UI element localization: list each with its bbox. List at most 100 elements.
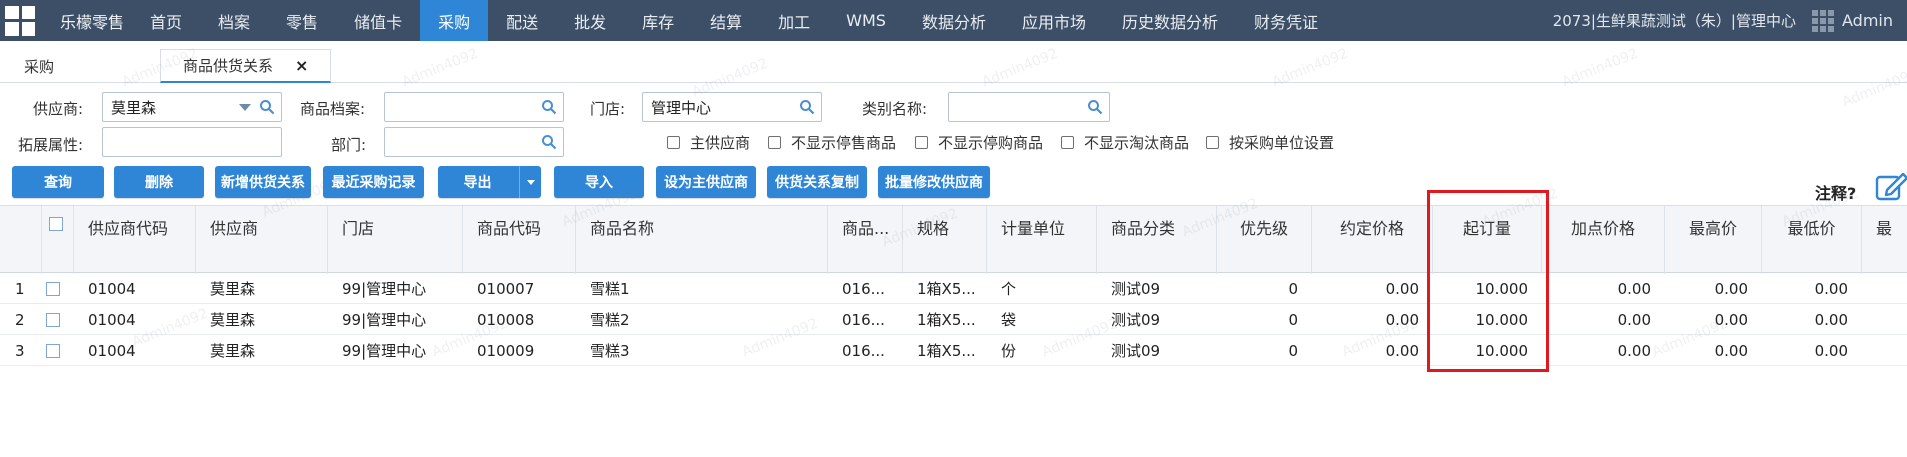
nav-item-distribution[interactable]: 配送: [488, 0, 556, 41]
checkbox-label: 按采购单位设置: [1229, 134, 1335, 152]
nav-item-processing[interactable]: 加工: [760, 0, 828, 41]
set-main-supplier-button[interactable]: 设为主供应商: [656, 166, 756, 198]
nav-item-history-analysis[interactable]: 历史数据分析: [1104, 0, 1236, 41]
table-row[interactable]: 1 01004 莫里森 99|管理中心 010007 雪糕1 016... 1箱X5... 个 测…: [0, 273, 1907, 304]
table-row[interactable]: 2 01004 莫里森 99|管理中心 010008 雪糕2 016... 1箱X5... 袋 测…: [0, 304, 1907, 335]
row-checkbox[interactable]: [46, 343, 60, 358]
nav-item-wholesale[interactable]: 批发: [556, 0, 624, 41]
cell-product-code: 010008: [477, 310, 535, 329]
checkbox-by-purchase-unit[interactable]: 按采购单位设置: [1206, 132, 1334, 153]
user-name[interactable]: Admin: [1842, 11, 1907, 30]
product-label: 商品档案:: [300, 100, 366, 118]
column-header-supplier-code[interactable]: 供应商代码: [74, 206, 196, 274]
recent-purchase-button[interactable]: 最近采购记录: [323, 166, 424, 198]
ext-attr-input[interactable]: [102, 127, 282, 157]
chevron-down-icon[interactable]: [239, 104, 251, 111]
cell-priority: 0: [1288, 310, 1298, 329]
checkbox-hide-stopped-sale[interactable]: 不显示停售商品: [768, 132, 896, 153]
checkbox[interactable]: [768, 136, 781, 149]
cell-priority: 0: [1288, 279, 1298, 298]
column-header-category[interactable]: 商品分类: [1097, 206, 1217, 274]
search-icon[interactable]: [541, 99, 557, 115]
column-header-product-name[interactable]: 商品名称: [576, 206, 828, 274]
note-label[interactable]: 注释?: [1815, 180, 1856, 204]
row-checkbox[interactable]: [46, 312, 60, 327]
nav-item-wms[interactable]: WMS: [828, 0, 904, 41]
dept-input[interactable]: [384, 127, 564, 157]
cell-spec: 1箱X5...: [917, 342, 976, 360]
nav-item-finance-voucher[interactable]: 财务凭证: [1236, 0, 1336, 41]
table-row[interactable]: 3 01004 莫里森 99|管理中心 010009 雪糕3 016... 1箱X5... 份 测…: [0, 335, 1907, 366]
category-input[interactable]: [948, 92, 1110, 122]
category-label: 类别名称:: [862, 100, 928, 118]
cell-max-price: 0.00: [1714, 341, 1748, 360]
org-name[interactable]: 2073|生鲜果蔬测试（朱）|管理中心: [1553, 10, 1804, 31]
checkbox-hide-stopped-purchase[interactable]: 不显示停购商品: [915, 132, 1043, 153]
search-icon[interactable]: [259, 99, 275, 115]
column-header-max-price[interactable]: 最高价: [1665, 206, 1762, 274]
checkbox[interactable]: [1206, 136, 1219, 149]
cell-supplier: 莫里森: [210, 342, 256, 360]
app-grid-logo-icon[interactable]: [0, 0, 40, 41]
nav-item-inventory[interactable]: 库存: [624, 0, 692, 41]
column-header-supplier[interactable]: 供应商: [196, 206, 328, 274]
cell-agreed-price: 0.00: [1385, 310, 1419, 329]
checkbox-hide-obsolete[interactable]: 不显示淘汰商品: [1061, 132, 1189, 153]
import-button[interactable]: 导入: [554, 166, 644, 198]
cell-product-barcode: 016...: [842, 341, 885, 360]
column-header-min-order-qty[interactable]: 起订量: [1433, 206, 1542, 274]
checkbox-label: 不显示停购商品: [938, 134, 1044, 152]
close-icon[interactable]: ×: [295, 56, 308, 75]
column-header-product-barcode[interactable]: 商品...: [828, 206, 903, 274]
cell-product-code: 010009: [477, 341, 535, 360]
add-supply-relation-button[interactable]: 新增供货关系: [215, 166, 311, 198]
product-input[interactable]: [384, 92, 564, 122]
nav-item-stored-card[interactable]: 储值卡: [336, 0, 420, 41]
store-input[interactable]: 管理中心: [642, 92, 822, 122]
nav-item-retail[interactable]: 零售: [268, 0, 336, 41]
apps-grid-icon[interactable]: [1812, 9, 1834, 32]
checkbox-label: 不显示淘汰商品: [1084, 134, 1190, 152]
search-icon[interactable]: [1087, 99, 1103, 115]
search-icon[interactable]: [541, 134, 557, 150]
column-header-store[interactable]: 门店: [328, 206, 463, 274]
delete-button[interactable]: 删除: [114, 166, 204, 198]
select-all-checkbox[interactable]: [49, 217, 63, 231]
tab-supply-relation[interactable]: 商品供货关系 ×: [160, 49, 332, 83]
tab-purchase[interactable]: 采购: [24, 49, 54, 83]
export-dropdown-icon[interactable]: [519, 166, 541, 198]
nav-item-app-market[interactable]: 应用市场: [1004, 0, 1104, 41]
checkbox[interactable]: [915, 136, 928, 149]
cell-supplier: 莫里森: [210, 280, 256, 298]
cell-supplier-code: 01004: [88, 341, 136, 360]
nav-item-home[interactable]: 首页: [132, 0, 200, 41]
checkbox[interactable]: [1061, 136, 1074, 149]
checkbox[interactable]: [667, 136, 680, 149]
column-header-agreed-price[interactable]: 约定价格: [1312, 206, 1433, 274]
column-header-priority[interactable]: 优先级: [1217, 206, 1312, 274]
checkbox-main-supplier[interactable]: 主供应商: [667, 132, 750, 153]
row-checkbox-cell: [46, 273, 70, 304]
column-header-unit[interactable]: 计量单位: [987, 206, 1097, 274]
column-header-more[interactable]: 最: [1862, 206, 1907, 274]
cell-agreed-price: 0.00: [1385, 279, 1419, 298]
copy-relation-button[interactable]: 供货关系复制: [767, 166, 867, 198]
checkbox-label: 不显示停售商品: [791, 134, 897, 152]
cell-product-barcode: 016...: [842, 310, 885, 329]
row-checkbox[interactable]: [46, 281, 60, 296]
nav-item-data-analysis[interactable]: 数据分析: [904, 0, 1004, 41]
edit-icon[interactable]: [1875, 170, 1907, 202]
nav-item-archive[interactable]: 档案: [200, 0, 268, 41]
column-header-min-price[interactable]: 最低价: [1762, 206, 1862, 274]
export-button[interactable]: 导出: [438, 166, 541, 198]
nav-item-settlement[interactable]: 结算: [692, 0, 760, 41]
column-header-markup-price[interactable]: 加点价格: [1542, 206, 1665, 274]
column-header-spec[interactable]: 规格: [903, 206, 987, 274]
query-button[interactable]: 查询: [12, 166, 104, 198]
search-icon[interactable]: [799, 99, 815, 115]
supplier-select[interactable]: 莫里森: [102, 92, 282, 122]
cell-min-price: 0.00: [1814, 341, 1848, 360]
batch-edit-supplier-button[interactable]: 批量修改供应商: [878, 166, 990, 198]
nav-item-purchase[interactable]: 采购: [420, 0, 489, 41]
column-header-product-code[interactable]: 商品代码: [463, 206, 576, 274]
